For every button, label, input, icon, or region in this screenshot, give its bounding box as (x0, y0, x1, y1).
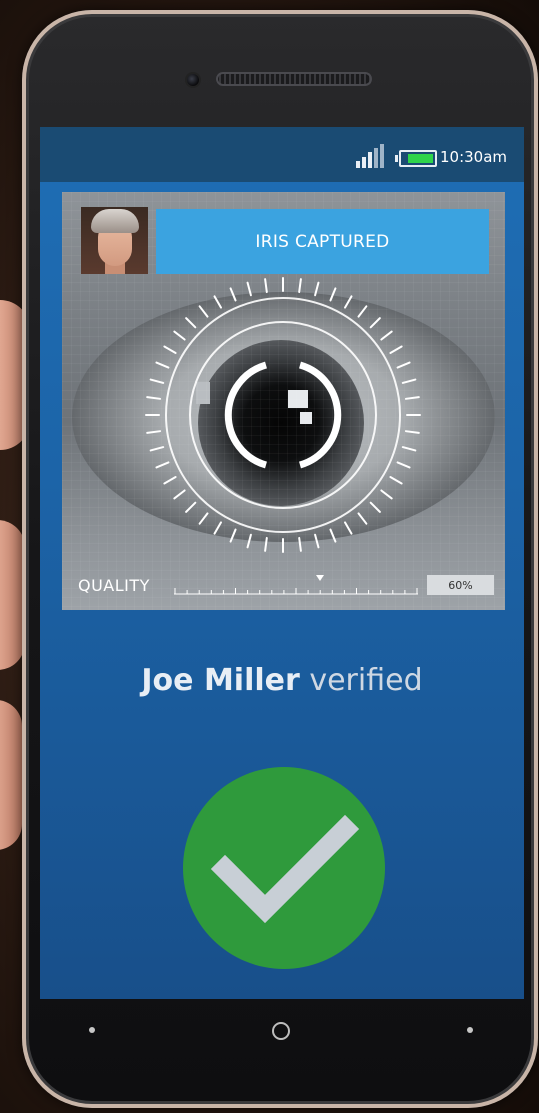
background-scene: 10:30am IRIS CAPTURED QUALITY 60% Joe Mi… (0, 0, 539, 1113)
reticle-tick (149, 446, 165, 452)
reticle-tick (213, 295, 222, 309)
reticle-tick (146, 396, 162, 400)
front-camera (187, 74, 199, 86)
reticle-tick (173, 330, 186, 341)
checkmark-icon (210, 814, 360, 924)
reticle-tick (396, 361, 411, 369)
reticle-tick (314, 533, 320, 549)
reticle-tick (357, 512, 368, 525)
reticle-tick (369, 501, 381, 513)
battery-icon (395, 150, 437, 167)
reticle-tick (329, 528, 337, 543)
reticle-tick (380, 489, 393, 500)
recents-button[interactable] (467, 1027, 473, 1033)
reticle-tick (314, 281, 320, 297)
iris-captured-banner: IRIS CAPTURED (156, 209, 489, 274)
reticle-tick (213, 521, 222, 535)
signal-icon (356, 144, 386, 168)
reticle-tick (389, 345, 403, 354)
reticle-tick (264, 536, 268, 552)
reticle-tick (329, 287, 337, 302)
reticle-tick (396, 461, 411, 469)
reticle-tick (344, 295, 353, 309)
reticle-tick (401, 446, 417, 452)
reticle-tick (198, 512, 209, 525)
reticle-tick (404, 430, 420, 434)
avatar (81, 207, 148, 274)
reticle-tick (389, 476, 403, 485)
quality-label: QUALITY (78, 576, 150, 595)
reticle-tick (404, 396, 420, 400)
navigation-bar (40, 1000, 524, 1060)
verified-name: Joe Miller (141, 663, 300, 698)
reticle-tick (149, 378, 165, 384)
home-button[interactable] (272, 1022, 290, 1040)
iris-scan-panel: IRIS CAPTURED QUALITY 60% (62, 192, 505, 610)
reticle-tick (401, 378, 417, 384)
back-button[interactable] (89, 1027, 95, 1033)
battery-level (407, 154, 433, 163)
reticle-tick (264, 278, 268, 294)
reticle-tick (369, 317, 381, 329)
reticle-tick (163, 476, 177, 485)
verified-status: verified (309, 663, 423, 698)
finger (0, 700, 22, 850)
reticle-tick (198, 305, 209, 318)
phone-screen: 10:30am IRIS CAPTURED QUALITY 60% Joe Mi… (40, 127, 524, 999)
status-bar: 10:30am (40, 127, 524, 182)
reticle-tick (163, 345, 177, 354)
reticle-tick (298, 278, 302, 294)
success-badge (183, 767, 385, 969)
reticle-tick (155, 361, 170, 369)
reticle-tick (146, 430, 162, 434)
reticle-tick (173, 489, 186, 500)
reticle-tick (380, 330, 393, 341)
status-time: 10:30am (440, 148, 508, 166)
scan-reticle (145, 277, 421, 553)
reticle-tick (229, 528, 237, 543)
reticle-tick (185, 501, 197, 513)
quality-value: 60% (427, 575, 494, 595)
quality-marker (316, 575, 325, 581)
earpiece-speaker (216, 72, 372, 86)
reticle-tick (298, 536, 302, 552)
quality-scale (174, 588, 418, 595)
reticle-tick (246, 533, 252, 549)
reticle-tick (357, 305, 368, 318)
reticle-tick (246, 281, 252, 297)
reticle-tick (185, 317, 197, 329)
reticle-tick (155, 461, 170, 469)
reticle-tick (229, 287, 237, 302)
reticle-tick (344, 521, 353, 535)
verification-message: Joe Miller verified (40, 663, 524, 698)
